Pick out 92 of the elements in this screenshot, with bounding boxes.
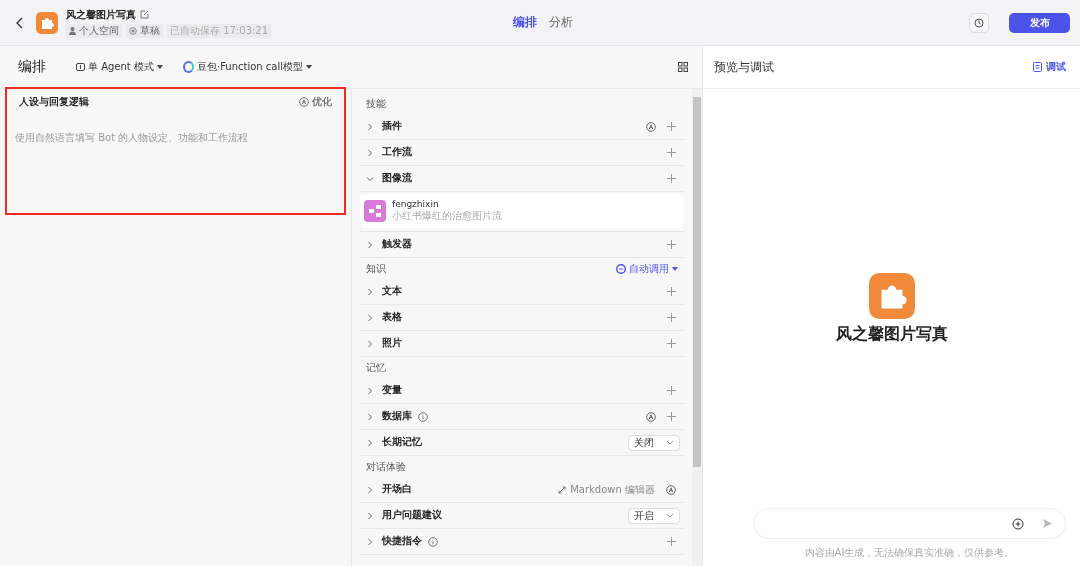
skill-label[interactable]: 变量 <box>382 384 402 397</box>
info-icon[interactable] <box>418 411 428 422</box>
model-dropdown[interactable]: 豆包·Function call模型 <box>182 60 313 74</box>
auto-icon <box>299 97 309 107</box>
history-button[interactable] <box>969 12 989 33</box>
debug-button[interactable]: 调试 <box>1033 60 1066 74</box>
chevron-icon[interactable] <box>366 174 374 183</box>
agent-icon <box>76 63 85 71</box>
workflow-icon <box>364 200 386 222</box>
add-icon[interactable] <box>667 122 676 131</box>
chevron-icon[interactable] <box>366 537 374 546</box>
persona-title: 人设与回复逻辑 <box>19 95 89 109</box>
skill-label[interactable]: 文本 <box>382 285 402 298</box>
auto-icon[interactable] <box>666 484 676 495</box>
chevron-icon[interactable] <box>366 511 374 520</box>
tab[interactable]: 编排 <box>513 14 537 31</box>
select-dropdown[interactable]: 关闭 <box>628 434 680 451</box>
chevron-icon[interactable] <box>366 339 374 348</box>
group-label: 记忆 <box>366 360 386 375</box>
chevron-icon[interactable] <box>366 412 374 421</box>
auto-call-dropdown[interactable]: 自动调用 <box>616 261 678 276</box>
skill-label[interactable]: 图像流 <box>382 172 412 185</box>
chevron-icon[interactable] <box>366 438 374 447</box>
autosave-tag: 已自动保存 17:03:21 <box>167 23 272 38</box>
puzzle-logo-icon <box>868 272 915 319</box>
user-icon <box>69 26 76 35</box>
chevron-icon[interactable] <box>366 313 374 322</box>
group-label: 对话体验 <box>366 459 406 474</box>
skill-label[interactable]: 表格 <box>382 311 402 324</box>
skill-label[interactable]: 快捷指令 <box>382 535 422 548</box>
skill-label[interactable]: 照片 <box>382 337 402 350</box>
chevron-icon[interactable] <box>366 287 374 296</box>
add-icon[interactable] <box>667 412 676 421</box>
publish-button[interactable]: 发布 <box>1009 12 1070 33</box>
group-label: 技能 <box>366 96 386 111</box>
caret-icon <box>306 65 313 69</box>
auto-icon[interactable] <box>646 121 656 132</box>
tab[interactable]: 分析 <box>549 14 573 31</box>
status-icon <box>129 26 137 35</box>
add-icon[interactable] <box>667 537 676 546</box>
auto-call-icon <box>616 263 626 274</box>
panel-title: 预览与调试 <box>714 58 774 76</box>
skill-label[interactable]: 工作流 <box>382 146 412 159</box>
add-icon[interactable] <box>667 240 676 249</box>
workflow-description: 小红书爆红的治愈图片流 <box>392 209 502 223</box>
optimize-button[interactable]: 优化 <box>299 95 332 109</box>
add-icon[interactable] <box>667 339 676 348</box>
section-title: 编排 <box>18 58 46 76</box>
chevron-icon[interactable] <box>366 148 374 157</box>
edit-icon[interactable] <box>140 10 149 19</box>
skill-label[interactable]: 触发器 <box>382 238 412 251</box>
model-icon <box>182 61 194 73</box>
disclaimer: 内容由AI生成，无法确保真实准确，仅供参考。 <box>804 546 1015 560</box>
workflow-name: fengzhixin <box>392 199 440 209</box>
chevron-icon[interactable] <box>366 386 374 395</box>
add-icon[interactable] <box>667 148 676 157</box>
expand-icon <box>558 485 567 494</box>
send-icon[interactable] <box>1042 518 1053 529</box>
status-tag: 草稿 <box>126 23 163 38</box>
add-icon[interactable] <box>667 386 676 395</box>
back-icon[interactable] <box>16 16 24 29</box>
skill-label[interactable]: 开场白 <box>382 483 412 496</box>
chevron-icon[interactable] <box>366 485 374 494</box>
add-circle-icon[interactable] <box>1012 517 1024 530</box>
chevron-down-icon <box>666 440 674 445</box>
layout-icon[interactable] <box>678 62 688 72</box>
skill-label[interactable]: 长期记忆 <box>382 436 422 449</box>
skill-label[interactable]: 数据库 <box>382 410 412 423</box>
mode-dropdown[interactable]: 单 Agent 模式 <box>76 60 163 74</box>
group-label: 知识 <box>366 261 386 276</box>
chevron-icon[interactable] <box>366 122 374 131</box>
info-icon[interactable] <box>428 536 438 547</box>
add-icon[interactable] <box>667 287 676 296</box>
chevron-icon[interactable] <box>366 240 374 249</box>
chevron-down-icon <box>666 513 674 518</box>
markdown-editor-button[interactable]: Markdown 编辑器 <box>558 482 655 497</box>
workflow-card[interactable]: fengzhixin 小红书爆红的治愈图片流 <box>360 194 684 228</box>
scrollbar[interactable] <box>692 89 702 566</box>
add-icon[interactable] <box>667 174 676 183</box>
skill-label[interactable]: 插件 <box>382 120 402 133</box>
caret-icon <box>156 65 163 69</box>
bot-title: 风之馨图片写真 <box>835 323 948 345</box>
skill-label[interactable]: 用户问题建议 <box>382 509 442 522</box>
space-tag: 个人空间 <box>66 23 122 38</box>
document-icon <box>1033 62 1042 72</box>
caret-icon <box>672 266 678 271</box>
clock-icon <box>974 17 984 28</box>
add-icon[interactable] <box>667 313 676 322</box>
bot-name: 风之馨图片写真 <box>66 7 136 22</box>
puzzle-logo-icon <box>36 11 58 34</box>
auto-icon[interactable] <box>646 411 656 422</box>
select-dropdown[interactable]: 开启 <box>628 507 680 524</box>
